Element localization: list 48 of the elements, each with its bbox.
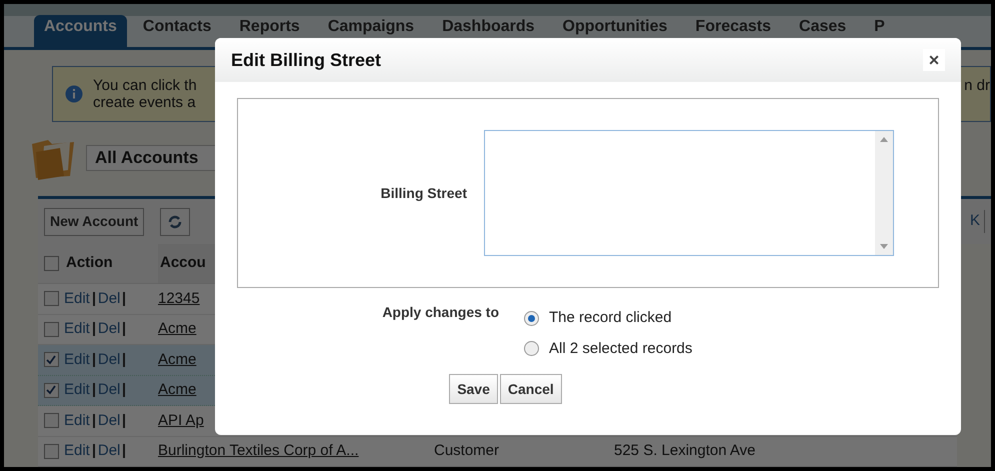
- table-cell-text: 525 S. Lexington Ave: [613, 441, 757, 461]
- scrollbar[interactable]: [875, 131, 893, 255]
- checkbox[interactable]: [44, 291, 58, 306]
- refresh-icon: [167, 214, 184, 230]
- info-icon: [65, 85, 83, 103]
- nav-tab[interactable]: Contacts: [130, 15, 224, 47]
- radio-option[interactable]: All 2 selected records: [524, 338, 692, 360]
- info-text: n dr: [964, 76, 990, 96]
- new-account-button[interactable]: New Account: [44, 208, 144, 236]
- checkbox[interactable]: [44, 382, 58, 398]
- checkbox[interactable]: [44, 352, 58, 368]
- dialog-title: Edit Billing Street: [231, 48, 382, 72]
- checkbox[interactable]: [44, 413, 58, 428]
- row-action-link[interactable]: Del: [98, 440, 120, 462]
- info-text: create events a: [93, 94, 197, 111]
- checkbox[interactable]: [44, 322, 58, 337]
- field-label: Billing Street: [380, 184, 468, 203]
- row-action-link[interactable]: Edit: [64, 348, 90, 371]
- apply-label: Apply changes to: [381, 303, 500, 322]
- check-icon: [46, 385, 56, 396]
- checkbox[interactable]: [44, 256, 58, 271]
- dialog-button[interactable]: Save: [449, 374, 498, 404]
- radio-button[interactable]: [524, 310, 539, 326]
- dialog-button[interactable]: Cancel: [500, 374, 562, 404]
- scroll-up-icon: [880, 137, 888, 142]
- billing-street-field[interactable]: [484, 130, 894, 256]
- toolbar-link[interactable]: K: [970, 210, 985, 233]
- check-icon: [46, 354, 56, 365]
- radio-option[interactable]: The record clicked: [524, 307, 692, 330]
- account-name-link[interactable]: Burlington Textiles Corp of A...: [158, 440, 428, 462]
- table-cell-text: Customer: [433, 441, 500, 461]
- row-action-link[interactable]: Del: [98, 348, 120, 371]
- close-button[interactable]: ×: [923, 49, 945, 71]
- info-text: You can click th: [93, 77, 197, 94]
- nav-tab[interactable]: Accounts: [34, 15, 127, 47]
- row-action-link[interactable]: Del: [98, 318, 120, 340]
- row-action-link[interactable]: Edit: [64, 410, 90, 432]
- checkbox[interactable]: [44, 444, 58, 459]
- row-action-link[interactable]: Del: [98, 379, 120, 402]
- row-action-link[interactable]: Edit: [64, 288, 90, 310]
- row-action-link[interactable]: Del: [98, 410, 120, 432]
- refresh-button[interactable]: [160, 208, 190, 236]
- radio-button[interactable]: [524, 341, 539, 356]
- row-action-link[interactable]: Edit: [64, 318, 90, 340]
- row-action-link[interactable]: Del: [98, 288, 120, 310]
- row-action-link[interactable]: Edit: [64, 379, 90, 402]
- row-action-link[interactable]: Edit: [64, 440, 90, 462]
- column-header: Action: [65, 253, 114, 274]
